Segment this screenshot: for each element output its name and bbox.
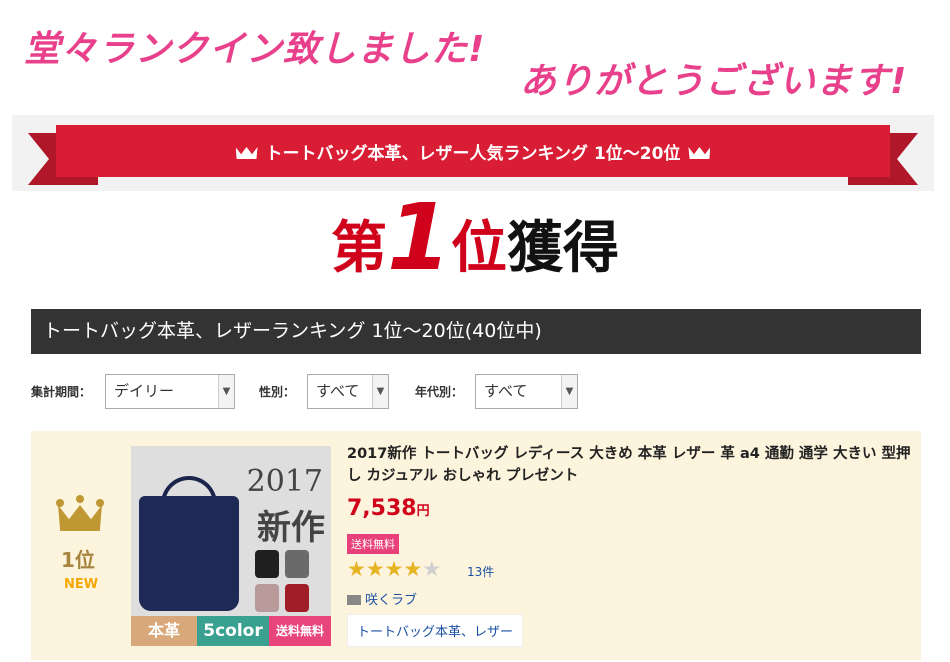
star-icon: ★ <box>347 557 366 581</box>
new-badge: NEW <box>64 577 99 592</box>
rank-suffix: 位 <box>451 216 507 281</box>
rank-number: 1 <box>386 184 451 291</box>
crown-icon <box>688 143 710 159</box>
image-honkawa: 本革 <box>131 616 197 646</box>
headline-thanks-2: ありがとうございます! <box>520 61 908 102</box>
rank-tail: 獲得 <box>507 216 619 281</box>
rank-achievement-title: 第1位獲得 <box>0 192 950 284</box>
ranking-item-card[interactable]: 1位 NEW 2017 新作 本革 5color 送料無料 2017新作 トート… <box>31 431 921 660</box>
period-value: デイリー <box>114 382 175 400</box>
period-select[interactable]: デイリー ▼ <box>105 374 235 409</box>
ranking-ribbon: トートバッグ本革、レザー人気ランキング 1位〜20位 <box>12 115 934 191</box>
ribbon-banner: トートバッグ本革、レザー人気ランキング 1位〜20位 <box>56 125 890 177</box>
ribbon-text: トートバッグ本革、レザー人気ランキング 1位〜20位 <box>265 143 681 164</box>
rank-prefix: 第 <box>330 216 387 281</box>
gender-value: すべて <box>316 382 360 400</box>
star-icon: ★ <box>422 557 442 581</box>
rank-label: 1位 <box>61 548 95 572</box>
color-swatch-pink <box>255 584 279 612</box>
product-image[interactable]: 2017 新作 本革 5color 送料無料 <box>131 446 331 646</box>
image-free-ship: 送料無料 <box>269 616 331 646</box>
star-icon: ★ <box>384 557 404 581</box>
age-select[interactable]: すべて ▼ <box>475 374 578 409</box>
price-value: 7,538 <box>347 496 417 521</box>
headline-thanks-1: 堂々ランクイン致しました! <box>24 29 486 70</box>
product-title-link[interactable]: 2017新作 トートバッグ レディース 大きめ 本革 レザー 革 a4 通勤 通… <box>347 443 913 487</box>
gender-label: 性別： <box>259 385 296 399</box>
crown-icon <box>236 143 258 159</box>
star-icon: ★ <box>365 557 385 581</box>
ranking-header-bar: トートバッグ本革、レザーランキング 1位〜20位(40位中) <box>31 309 921 354</box>
star-icon: ★ <box>403 557 423 581</box>
chevron-down-icon: ▼ <box>218 375 234 408</box>
period-label: 集計期間： <box>31 385 92 399</box>
age-value: すべて <box>484 382 528 400</box>
chevron-down-icon: ▼ <box>561 375 577 408</box>
shop-link[interactable]: 咲くラブ <box>347 589 417 608</box>
price: 7,538円 <box>347 496 430 521</box>
color-swatch-black <box>255 550 279 578</box>
ranking-filters: 集計期間： デイリー ▼ 性別： すべて ▼ 年代別： すべて ▼ <box>31 374 921 410</box>
gender-select[interactable]: すべて ▼ <box>307 374 389 409</box>
category-tag-link[interactable]: トートバッグ本革、レザー <box>347 614 524 647</box>
rank-column: 1位 NEW <box>31 431 131 660</box>
bag-shape <box>139 496 239 611</box>
color-swatch-red <box>285 584 309 612</box>
image-shinsaku: 新作 <box>257 508 325 548</box>
review-count-link[interactable]: 13件 <box>467 563 494 580</box>
shop-icon <box>347 595 361 605</box>
chevron-down-icon: ▼ <box>372 375 388 408</box>
image-colors: 5color <box>197 616 269 646</box>
shop-name: 咲くラブ <box>365 593 418 608</box>
free-shipping-badge: 送料無料 <box>347 534 399 554</box>
age-label: 年代別： <box>415 385 464 399</box>
image-year: 2017 <box>246 464 323 499</box>
color-swatch-gray <box>285 550 309 578</box>
star-rating: ★★★★★ <box>347 557 441 581</box>
crown-icon <box>56 493 104 533</box>
price-unit: 円 <box>416 504 430 519</box>
